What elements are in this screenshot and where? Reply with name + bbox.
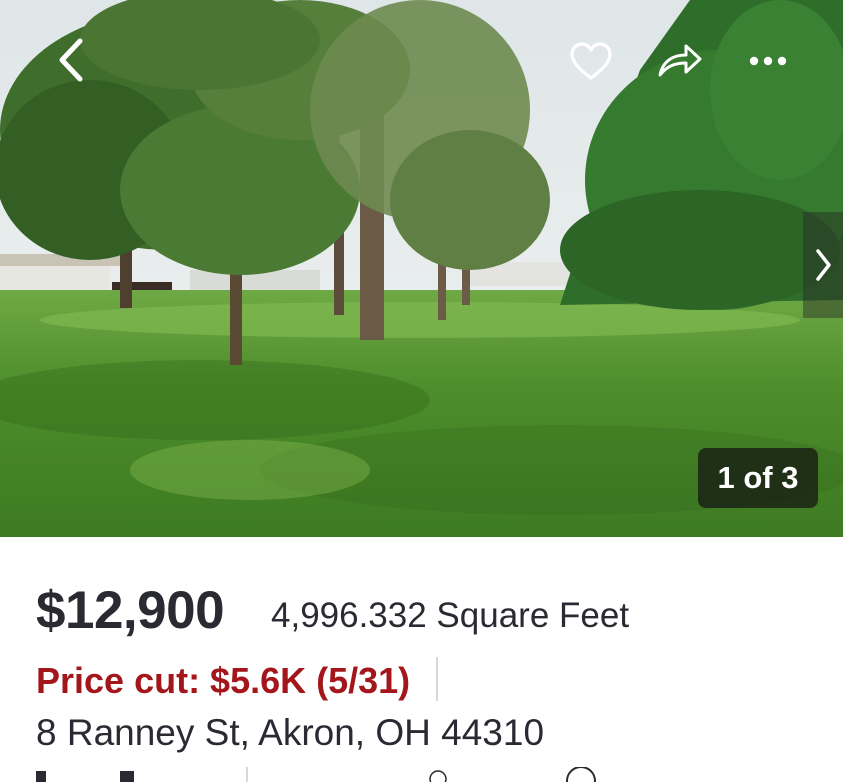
next-photo-button[interactable] <box>803 212 843 318</box>
favorite-button[interactable] <box>562 32 620 90</box>
listing-photo[interactable]: 1 of 3 <box>0 0 843 537</box>
price-cut-badge: Price cut: $5.6K (5/31) <box>36 660 411 701</box>
truncated-row-icons <box>36 767 596 782</box>
share-arrow-icon <box>658 44 702 77</box>
share-button[interactable] <box>650 32 710 90</box>
divider <box>436 657 438 701</box>
listing-address: 8 Ranney St, Akron, OH 44310 <box>36 712 545 753</box>
back-button[interactable] <box>42 30 102 90</box>
chevron-left-icon <box>59 38 83 82</box>
listing-summary: $12,900 4,996.332 Square Feet Price cut:… <box>0 537 843 782</box>
photo-counter: 1 of 3 <box>698 448 818 508</box>
more-horizontal-icon <box>749 56 787 66</box>
next-row-partial <box>0 767 843 782</box>
lot-size: 4,996.332 Square Feet <box>271 596 630 635</box>
heart-icon <box>570 42 612 80</box>
photo-counter-label: 1 of 3 <box>717 460 799 495</box>
more-options-button[interactable] <box>738 32 798 90</box>
listing-price: $12,900 <box>36 581 225 640</box>
chevron-right-icon <box>816 249 831 281</box>
